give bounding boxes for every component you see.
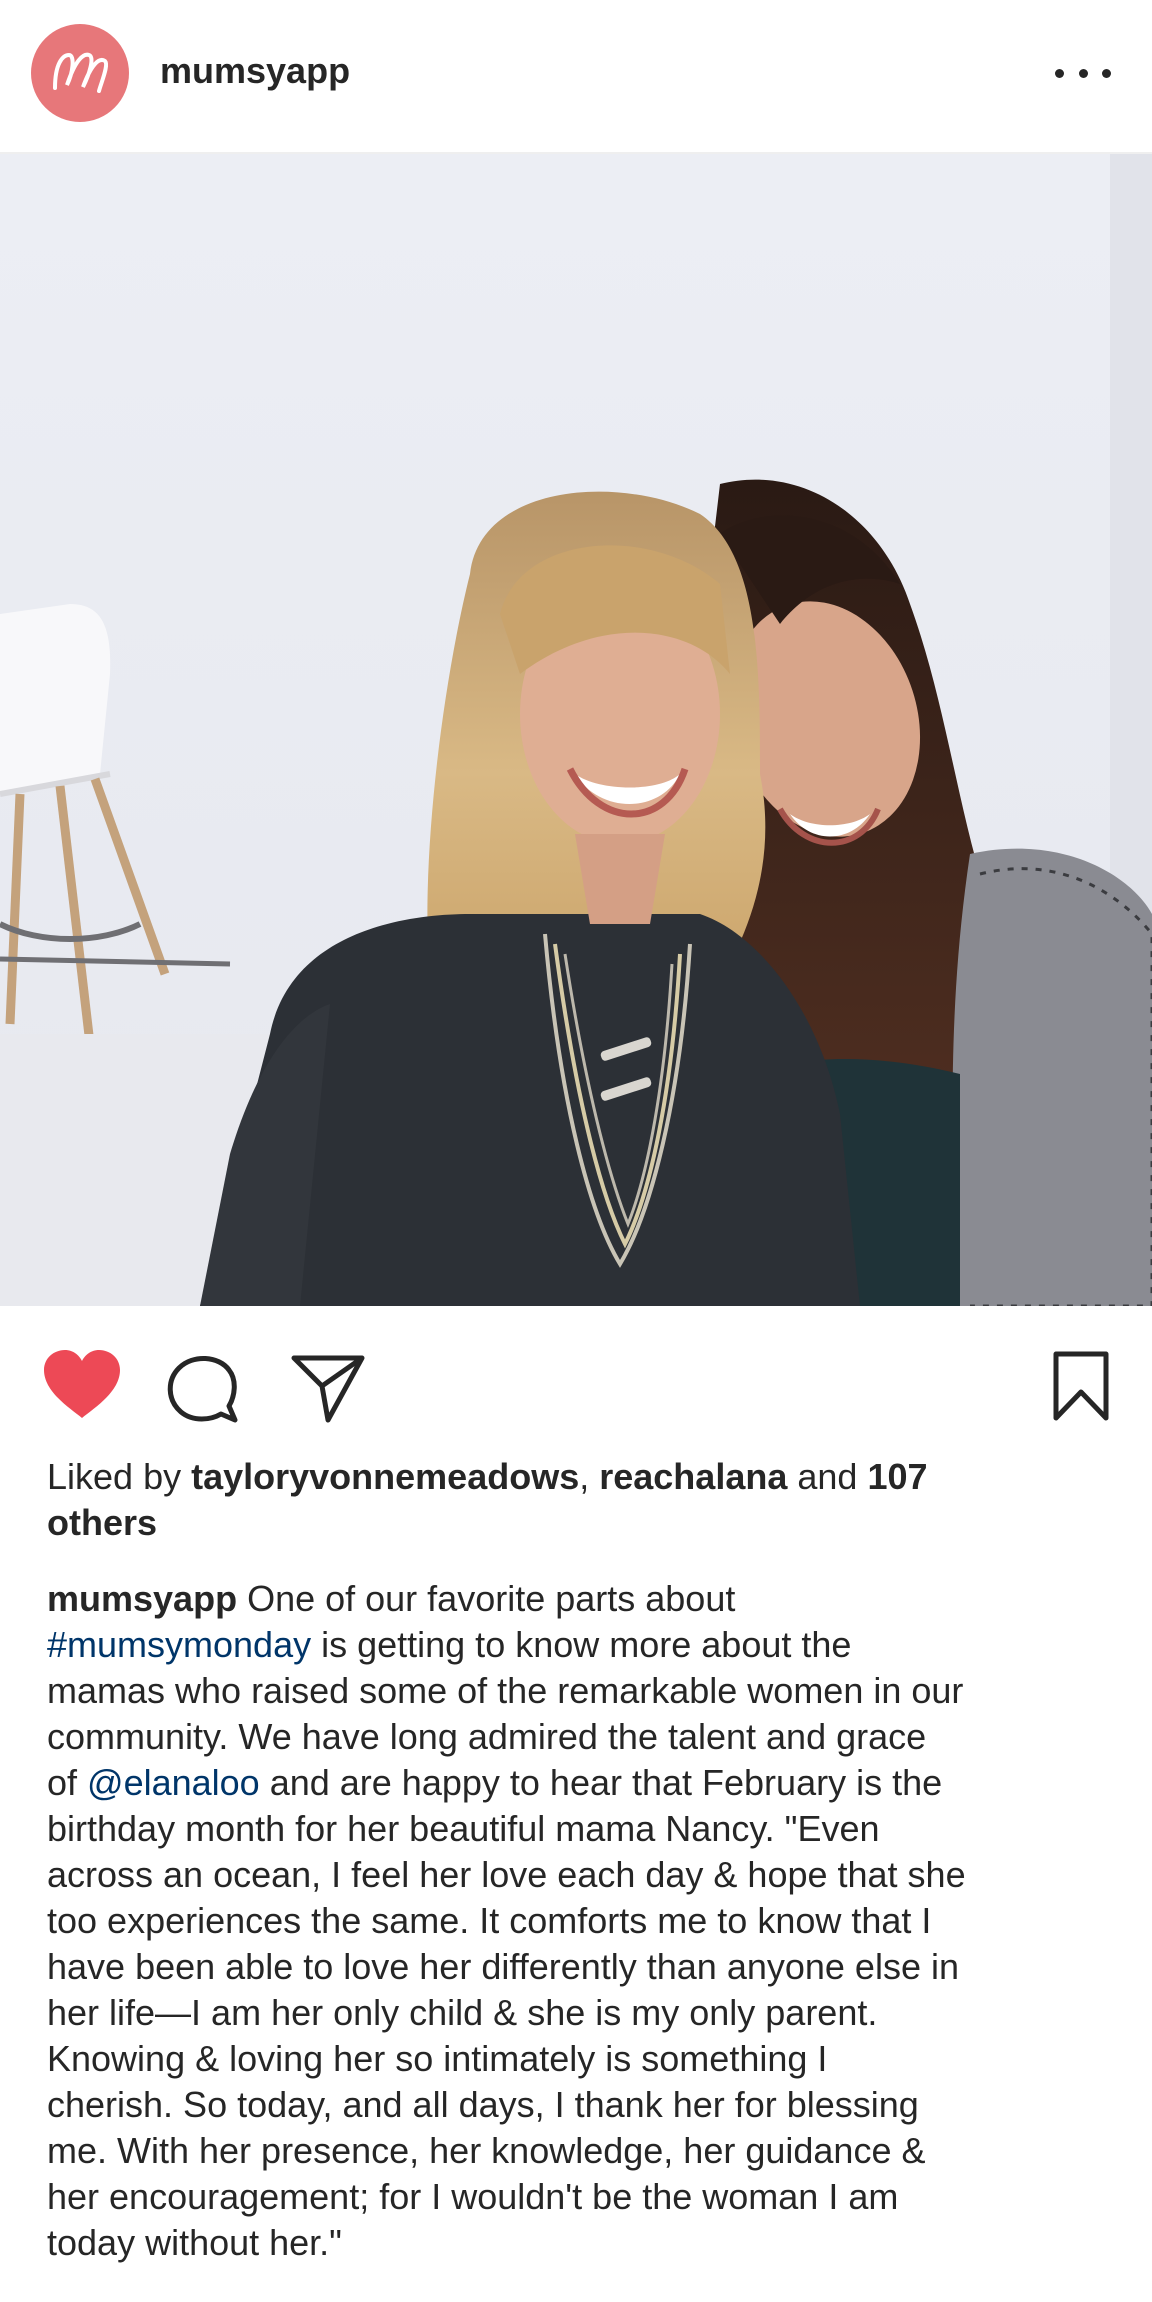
more-dot	[1078, 68, 1088, 78]
caption-line: across an ocean, I feel her love each da…	[47, 1854, 966, 1895]
caption-line: mumsyapp One of our favorite parts about	[47, 1576, 1127, 1622]
caption-line: cherish. So today, and all days, I thank…	[47, 2084, 919, 2125]
caption-line: today without her."	[47, 2222, 342, 2263]
hashtag-link[interactable]: #mumsymonday	[47, 1624, 311, 1665]
caption-line: mamas who raised some of the remarkable …	[47, 1670, 964, 1711]
caption-text: and are happy to hear that February is t…	[259, 1762, 943, 1803]
post-username[interactable]: mumsyapp	[160, 50, 350, 92]
caption-line: birthday month for her beautiful mama Na…	[47, 1808, 880, 1849]
caption-line: too experiences the same. It comforts me…	[47, 1900, 932, 1941]
mention-link[interactable]: @elanaloo	[87, 1762, 260, 1803]
caption-line: have been able to love her differently t…	[47, 1946, 959, 1987]
liker-username[interactable]: reachalana	[599, 1456, 787, 1497]
likes-prefix: Liked by	[47, 1456, 192, 1497]
caption-line: of @elanaloo and are happy to hear that …	[47, 1760, 1127, 1806]
post-actions-bar	[0, 1306, 1152, 1456]
caption-line: me. With her presence, her knowledge, he…	[47, 2130, 926, 2171]
liker-username[interactable]: tayloryvonnemeadows	[191, 1456, 579, 1497]
caption-line: her encouragement; for I wouldn't be the…	[47, 2176, 899, 2217]
caption-text: is getting to know more about the	[311, 1624, 852, 1665]
likes-others-count[interactable]: 107	[867, 1456, 927, 1497]
caption-text: of	[47, 1762, 88, 1803]
share-button[interactable]	[290, 1352, 366, 1424]
caption-line: #mumsymonday is getting to know more abo…	[47, 1622, 1127, 1668]
likes-and: and	[787, 1456, 868, 1497]
bookmark-icon	[1053, 1351, 1109, 1421]
post-caption: mumsyapp One of our favorite parts about…	[47, 1576, 1127, 2266]
more-options-button[interactable]	[1055, 55, 1111, 91]
post-photo[interactable]	[0, 154, 1152, 1306]
comment-icon	[167, 1356, 238, 1423]
likes-separator: ,	[579, 1456, 600, 1497]
post-header: mumsyapp	[0, 0, 1152, 154]
heart-filled-icon	[44, 1350, 120, 1418]
save-button[interactable]	[1052, 1350, 1110, 1422]
more-dot	[1102, 68, 1111, 78]
mumsy-logo-icon	[53, 52, 109, 93]
photo-illustration	[0, 154, 1152, 1306]
send-icon	[291, 1355, 365, 1423]
caption-line: community. We have long admired the tale…	[47, 1716, 927, 1757]
comment-button[interactable]	[165, 1350, 239, 1424]
caption-line: Knowing & loving her so intimately is so…	[47, 2038, 828, 2079]
caption-author[interactable]: mumsyapp	[47, 1578, 237, 1619]
like-button[interactable]	[40, 1348, 124, 1420]
more-horizontal-icon	[1055, 68, 1064, 78]
avatar[interactable]	[31, 24, 129, 122]
likes-summary: Liked by tayloryvonnemeadows, reachalana…	[47, 1454, 1117, 1546]
caption-line: her life—I am her only child & she is my…	[47, 1992, 878, 2033]
likes-others-label[interactable]: others	[47, 1502, 157, 1543]
caption-text: One of our favorite parts about	[237, 1578, 736, 1619]
